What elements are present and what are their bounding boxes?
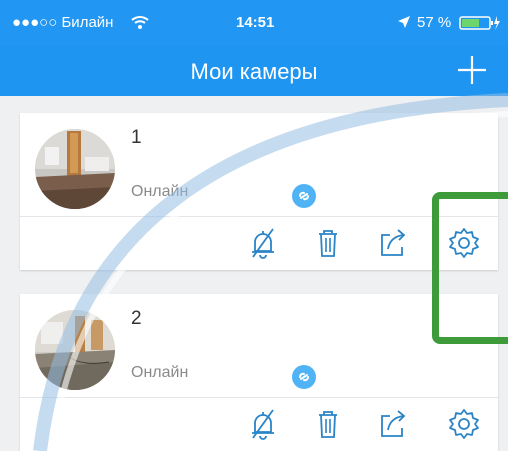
camera-status: Онлайн [131,183,189,200]
alarm-off-button[interactable] [245,225,281,261]
trash-icon [319,230,337,257]
camera-actions [20,216,498,269]
trash-icon [319,411,337,438]
share-icon [381,229,406,256]
camera-card-1: 1 Онлайн [20,113,498,270]
camera-thumbnail [35,310,115,390]
camera-thumbnail [35,129,115,209]
camera-card-header[interactable]: 2 Онлайн [20,294,498,397]
camera-status: Онлайн [131,364,189,381]
carrier-label: ●●●○○ Билайн [12,14,114,31]
camera-name: 2 [131,308,142,329]
battery-percent: 57 % [417,14,452,31]
location-arrow-icon [397,15,411,34]
camera-actions [20,397,498,450]
delete-button[interactable] [310,406,346,442]
camera-card-2: 2 Онлайн [20,294,498,451]
share-button[interactable] [375,406,411,442]
alarm-off-button[interactable] [245,406,281,442]
camera-card-header[interactable]: 1 Онлайн [20,113,498,216]
link-icon [292,184,316,208]
share-button[interactable] [375,225,411,261]
share-icon [381,410,406,437]
status-bar: ●●●○○ Билайн 14:51 57 % [0,0,508,46]
settings-button[interactable] [446,406,482,442]
time-label: 14:51 [236,14,275,31]
gear-icon [449,409,479,439]
camera-name: 1 [131,127,142,148]
link-icon [292,365,316,389]
add-camera-button[interactable] [452,50,492,90]
settings-highlight-frame [432,192,508,344]
page-title: Мои камеры [190,59,318,84]
bell-off-icon [252,228,274,259]
delete-button[interactable] [310,225,346,261]
plus-icon [458,56,486,84]
battery-icon [459,15,501,36]
bell-off-icon [252,409,274,440]
navigation-bar: Мои камеры [0,46,508,96]
wifi-icon [131,14,149,35]
